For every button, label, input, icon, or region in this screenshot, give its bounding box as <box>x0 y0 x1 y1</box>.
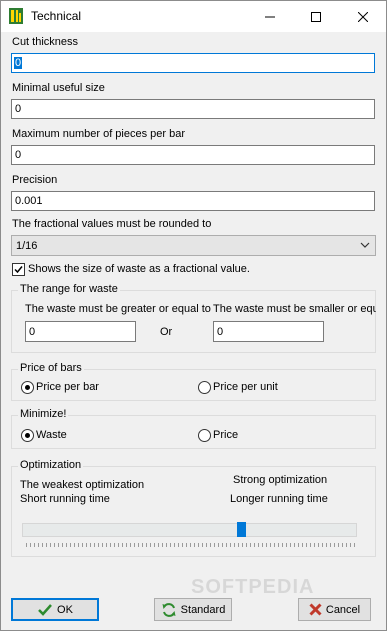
minimal-useful-size-input[interactable]: 0 <box>11 99 375 119</box>
chevron-down-icon <box>360 242 370 248</box>
price-of-bars-title: Price of bars <box>18 362 84 374</box>
price-per-bar-radio[interactable] <box>21 381 34 394</box>
precision-input[interactable]: 0.001 <box>11 191 375 211</box>
or-label: Or <box>160 326 173 338</box>
price-per-bar-label: Price per bar <box>36 381 99 393</box>
show-waste-label: Shows the size of waste as a fractional … <box>28 263 250 275</box>
app-icon <box>9 8 23 24</box>
waste-labels-row: The waste must be greater or equal to Th… <box>23 303 376 317</box>
short-running-time-label: Short running time <box>20 493 110 505</box>
minimal-useful-size-label: Minimal useful size <box>12 82 105 94</box>
watermark: SOFTPEDIA <box>191 576 315 598</box>
cut-thickness-label: Cut thickness <box>12 36 79 48</box>
rounding-select[interactable]: 1/16 <box>11 235 376 256</box>
checkmark-icon <box>14 266 23 274</box>
minimize-price-label: Price <box>213 429 239 441</box>
waste-smaller-label: The waste must be smaller or equa <box>213 303 376 315</box>
window-title: Technical <box>31 9 82 23</box>
cancel-button-label: Cancel <box>325 603 361 616</box>
close-button[interactable] <box>340 1 386 32</box>
dialog-window: Technical Cut thickness 0 Minimal useful… <box>0 0 387 631</box>
minimize-waste-label: Waste <box>36 429 67 441</box>
close-icon <box>358 11 368 22</box>
checkmark-icon <box>38 603 52 616</box>
cancel-x-icon <box>309 603 322 616</box>
weakest-optimization-label: The weakest optimization <box>20 479 145 491</box>
precision-value: 0.001 <box>15 195 43 207</box>
minimize-icon <box>265 16 275 17</box>
title-bar: Technical <box>1 1 386 32</box>
minimize-title: Minimize! <box>18 408 69 420</box>
maximize-icon <box>311 11 321 22</box>
minimize-button[interactable] <box>247 1 293 32</box>
cut-thickness-input[interactable]: 0 <box>11 53 375 73</box>
max-pieces-input[interactable]: 0 <box>11 145 375 165</box>
longer-running-time-label: Longer running time <box>230 493 328 505</box>
minimal-useful-size-value: 0 <box>15 103 22 115</box>
slider-ticks <box>26 543 356 547</box>
cut-thickness-value: 0 <box>14 57 23 69</box>
waste-smaller-value: 0 <box>217 326 224 338</box>
refresh-icon <box>162 602 176 617</box>
waste-smaller-input[interactable]: 0 <box>213 321 324 342</box>
minimize-waste-radio[interactable] <box>21 429 34 442</box>
precision-label: Precision <box>12 174 58 186</box>
optimization-slider-track[interactable] <box>22 523 357 537</box>
optimization-title: Optimization <box>18 459 84 471</box>
show-waste-checkbox[interactable] <box>12 263 25 276</box>
optimization-slider-thumb[interactable] <box>237 522 247 537</box>
waste-greater-label: The waste must be greater or equal to <box>25 303 211 315</box>
ok-button[interactable]: OK <box>11 598 99 621</box>
price-per-unit-radio[interactable] <box>198 381 211 394</box>
strong-optimization-label: Strong optimization <box>233 474 328 486</box>
cancel-button[interactable]: Cancel <box>298 598 371 621</box>
max-pieces-label: Maximum number of pieces per bar <box>12 128 186 140</box>
ok-button-label: OK <box>57 603 73 616</box>
standard-button[interactable]: Standard <box>154 598 232 621</box>
maximize-button[interactable] <box>293 1 339 32</box>
standard-button-label: Standard <box>180 603 226 616</box>
minimize-price-radio[interactable] <box>198 429 211 442</box>
rounding-selected-value: 1/16 <box>16 240 38 252</box>
rounding-label: The fractional values must be rounded to <box>12 218 212 230</box>
waste-range-title: The range for waste <box>18 283 120 295</box>
max-pieces-value: 0 <box>15 149 22 161</box>
waste-greater-value: 0 <box>29 326 36 338</box>
waste-greater-input[interactable]: 0 <box>25 321 136 342</box>
price-per-unit-label: Price per unit <box>213 381 278 393</box>
